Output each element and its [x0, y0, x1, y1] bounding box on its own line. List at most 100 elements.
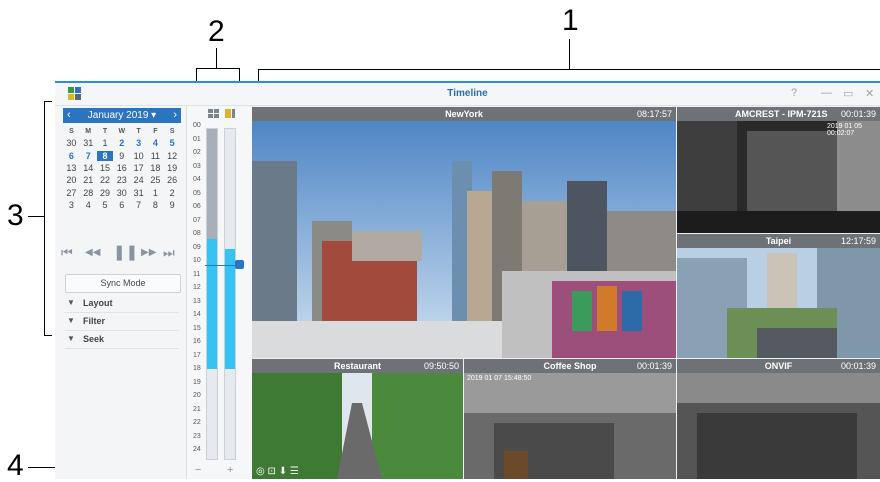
amcrest-video-frame — [677, 121, 880, 233]
calendar-day[interactable]: 20 — [63, 175, 80, 185]
calendar-day[interactable]: 9 — [113, 151, 130, 161]
calendar-day[interactable]: 25 — [147, 175, 164, 185]
hour-label: 22 — [193, 419, 201, 426]
camera-view-newyork[interactable]: NewYork 08:17:57 — [252, 107, 676, 358]
calendar-day[interactable]: 21 — [80, 175, 97, 185]
calendar-day[interactable]: 2 — [164, 188, 181, 198]
coffee-shop-video-frame — [464, 373, 676, 479]
hour-label: 05 — [193, 189, 201, 197]
rewind-button[interactable]: ◀◀ — [85, 247, 100, 258]
timeline-track-1[interactable] — [206, 128, 218, 460]
calendar-day[interactable]: 17 — [130, 163, 147, 173]
weekday-label: M — [85, 127, 92, 135]
hour-label: 03 — [193, 162, 201, 170]
calendar-day[interactable]: 1 — [147, 188, 164, 198]
seek-section-toggle[interactable]: ▼ Seek — [65, 332, 179, 349]
camera-view-coffee-shop[interactable]: Coffee Shop 00:01:39 2019 01 07 15:48:50 — [464, 359, 676, 479]
calendar-day[interactable]: 8 — [147, 200, 164, 210]
calendar-day[interactable]: 10 — [130, 151, 147, 161]
hour-label: 00 — [193, 122, 201, 129]
camera-header: Taipei 12:17:59 — [677, 234, 880, 248]
skip-to-end-button[interactable]: ⏭ — [163, 245, 175, 261]
seek-label: Seek — [83, 334, 105, 344]
close-icon[interactable]: ✕ — [865, 87, 874, 100]
camera-view-onvif[interactable]: ONVIF 00:01:39 — [677, 359, 880, 479]
chevron-down-icon: ▼ — [67, 334, 75, 343]
calendar-day[interactable]: 7 — [130, 200, 147, 210]
calendar-day[interactable]: 4 — [147, 138, 164, 148]
calendar-day[interactable]: 1 — [97, 138, 114, 148]
calendar-day[interactable]: 6 — [63, 151, 80, 161]
zoom-out-button[interactable]: − — [195, 464, 201, 476]
event-view-icon[interactable] — [225, 109, 236, 119]
calendar-day[interactable]: 16 — [113, 163, 130, 173]
zoom-icon[interactable]: ⊡ — [268, 466, 276, 477]
title-bar: Timeline ? — ▭ ✕ — [55, 83, 880, 106]
calendar-day[interactable]: 28 — [80, 188, 97, 198]
camera-view-taipei[interactable]: Taipei 12:17:59 — [677, 234, 880, 358]
calendar-day[interactable]: 13 — [63, 163, 80, 173]
filter-section-toggle[interactable]: ▼ Filter — [65, 314, 179, 331]
calendar-day[interactable]: 7 — [80, 151, 97, 161]
calendar-day[interactable]: 26 — [164, 175, 181, 185]
next-month-button[interactable]: › — [173, 109, 177, 121]
calendar-day[interactable]: 22 — [97, 175, 114, 185]
calendar-day[interactable]: 9 — [164, 200, 181, 210]
hour-label: 20 — [193, 392, 201, 399]
month-selector[interactable]: January 2019 ▾ — [63, 110, 181, 121]
adjust-icon[interactable]: ☰ — [290, 466, 299, 477]
fast-forward-button[interactable]: ▶▶ — [141, 247, 156, 258]
pause-button[interactable]: ❚❚ — [113, 243, 138, 261]
snapshot-icon[interactable]: ◎ — [256, 466, 265, 477]
camera-time: 00:01:39 — [840, 361, 876, 371]
current-time-handle[interactable] — [235, 260, 244, 269]
calendar-day[interactable]: 23 — [113, 175, 130, 185]
camera-view-restaurant[interactable]: Restaurant 09:50:50 ◎ ⊡ ⬇ ☰ — [252, 359, 463, 479]
hour-label: 16 — [193, 338, 201, 345]
sync-mode-button[interactable]: Sync Mode — [65, 274, 181, 293]
calendar-day[interactable]: 6 — [113, 200, 130, 210]
calendar-day[interactable]: 18 — [147, 163, 164, 173]
calendar-day[interactable]: 15 — [97, 163, 114, 173]
skip-to-start-button[interactable]: ⏮ — [61, 245, 73, 261]
camera-header: NewYork 08:17:57 — [252, 107, 676, 121]
newyork-video-frame — [252, 121, 676, 358]
calendar-day[interactable]: 30 — [113, 188, 130, 198]
camera-view-amcrest[interactable]: AMCREST - IPM-721S 00:01:39 2019 01 05 0… — [677, 107, 880, 233]
help-icon[interactable]: ? — [791, 87, 797, 99]
grid-view-icon[interactable] — [208, 109, 219, 119]
maximize-icon[interactable]: ▭ — [843, 87, 853, 100]
download-icon[interactable]: ⬇ — [279, 466, 287, 477]
minimize-icon[interactable]: — — [821, 87, 832, 99]
calendar-day[interactable]: 12 — [164, 151, 181, 161]
weekday-row: SMTWTFS — [63, 125, 181, 137]
calendar-day[interactable]: 2 — [113, 138, 130, 148]
calendar-day[interactable]: 31 — [130, 188, 147, 198]
calendar-day[interactable]: 27 — [63, 188, 80, 198]
hour-label: 08 — [193, 230, 201, 237]
calendar-day[interactable]: 3 — [63, 200, 80, 210]
calendar-day[interactable]: 5 — [97, 200, 114, 210]
calendar-day[interactable]: 4 — [80, 200, 97, 210]
calendar-day[interactable]: 31 — [80, 138, 97, 148]
zoom-in-button[interactable]: + — [227, 464, 233, 476]
hour-label: 09 — [193, 243, 201, 251]
weekday-label: W — [118, 127, 126, 135]
calendar-day[interactable]: 11 — [147, 151, 164, 161]
calendar-day[interactable]: 19 — [164, 163, 181, 173]
calendar-day[interactable]: 30 — [63, 138, 80, 148]
layout-section-toggle[interactable]: ▼ Layout — [65, 296, 179, 313]
calendar-day[interactable]: 14 — [80, 163, 97, 173]
camera-header: Restaurant 09:50:50 — [252, 359, 463, 373]
hour-label: 07 — [193, 216, 201, 224]
timeline-track-2[interactable] — [224, 128, 236, 460]
hour-label: 02 — [193, 149, 201, 156]
calendar-day[interactable]: 3 — [130, 138, 147, 148]
calendar-day[interactable]: 24 — [130, 175, 147, 185]
calendar-day[interactable]: 8 — [96, 150, 114, 161]
calendar-day[interactable]: 5 — [164, 138, 181, 148]
callout-1: 1 — [562, 4, 579, 37]
calendar-day[interactable]: 29 — [97, 188, 114, 198]
hour-label: 18 — [193, 365, 201, 372]
weekday-label: T — [102, 127, 108, 135]
